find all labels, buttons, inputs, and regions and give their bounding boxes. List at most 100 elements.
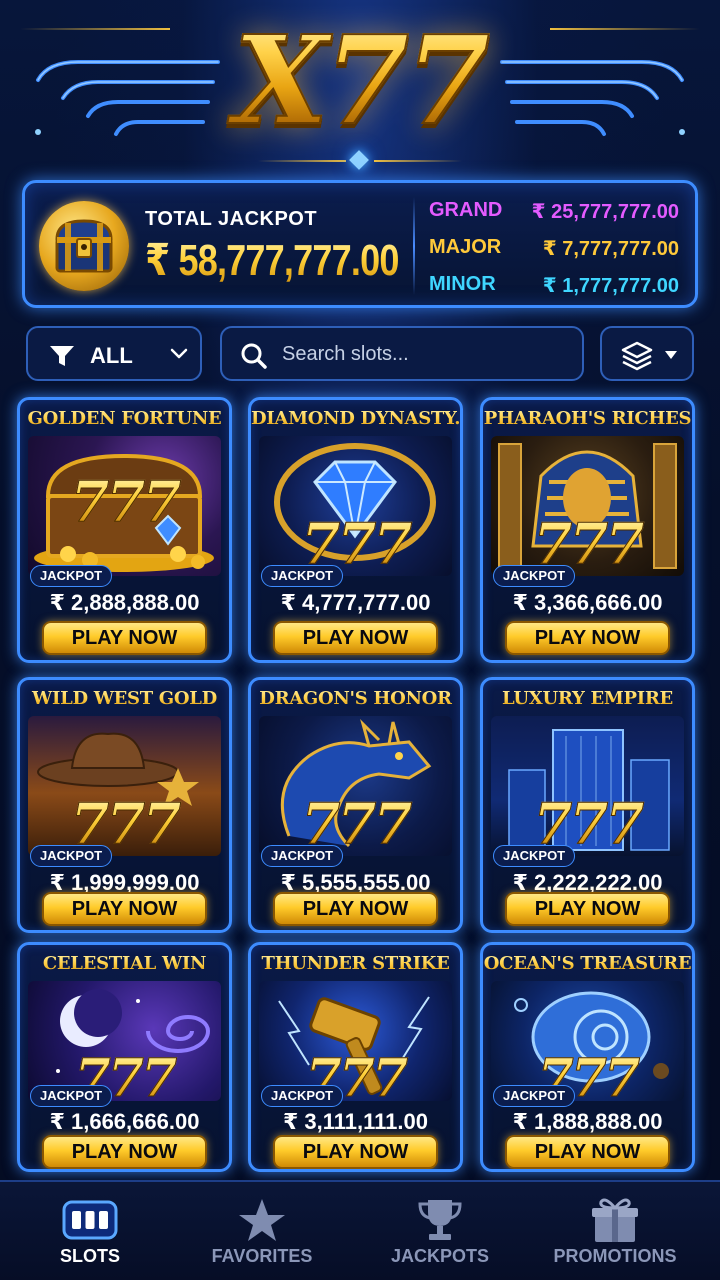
777-symbol: 777 xyxy=(491,516,684,573)
jackpot-badge: JACKPOT xyxy=(261,565,344,587)
game-title: OCEAN'S TREASURE xyxy=(483,953,692,974)
star-icon xyxy=(239,1199,285,1241)
jackpot-badge: JACKPOT xyxy=(30,565,113,587)
game-artwork: 777 xyxy=(259,436,452,576)
game-card-golden-fortune[interactable]: GOLDEN FORTUNE 777 JACKPOT ₹ 2,888,888.0… xyxy=(17,397,232,663)
nav-tab-jackpots[interactable]: JACKPOTS xyxy=(350,1182,530,1280)
game-title: DRAGON'S HONOR xyxy=(251,688,460,709)
treasure-chest-icon xyxy=(39,201,129,291)
category-filter-label: ALL xyxy=(90,343,133,368)
nav-tab-promotions[interactable]: PROMOTIONS xyxy=(525,1182,705,1280)
777-symbol: 777 xyxy=(491,796,684,853)
game-card-pharaohs-riches[interactable]: PHARAOH'S RICHES 777 JACKPOT ₹ 3,366,666… xyxy=(480,397,695,663)
gift-icon xyxy=(592,1198,638,1242)
play-now-button[interactable]: PLAY NOW xyxy=(505,892,670,926)
game-artwork: 777 xyxy=(259,716,452,856)
tier-grand: GRAND ₹ 25,777,777.00 xyxy=(429,199,691,229)
jackpot-badge: JACKPOT xyxy=(30,1085,113,1107)
jackpot-amount: ₹ 1,888,888.00 xyxy=(512,1109,663,1134)
category-filter-dropdown[interactable]: ALL xyxy=(26,326,202,381)
jackpot-amount: ₹ 3,111,111.00 xyxy=(282,1109,429,1134)
tier-value: ₹ 7,777,777.00 xyxy=(542,238,679,260)
game-title: GOLDEN FORTUNE xyxy=(20,408,229,429)
nav-label: JACKPOTS xyxy=(390,1246,489,1266)
777-symbol: 777 xyxy=(28,474,221,531)
tier-name: GRAND xyxy=(429,199,503,221)
tier-minor: MINOR ₹ 1,777,777.00 xyxy=(429,273,691,303)
play-now-button[interactable]: PLAY NOW xyxy=(505,621,670,655)
play-now-button[interactable]: PLAY NOW xyxy=(273,892,438,926)
jackpot-badge: JACKPOT xyxy=(261,845,344,867)
game-card-luxury-empire[interactable]: LUXURY EMPIRE 777 JACKPOT ₹ 2,222,222.00… xyxy=(480,677,695,933)
filter-funnel-icon xyxy=(50,346,74,366)
search-input[interactable] xyxy=(282,338,572,370)
jackpot-panel: TOTAL JACKPOT ₹ 58,777,777.00 GRAND ₹ 25… xyxy=(22,180,698,308)
jackpot-badge: JACKPOT xyxy=(261,1085,344,1107)
jackpot-badge: JACKPOT xyxy=(493,565,576,587)
view-options-dropdown[interactable] xyxy=(600,326,694,381)
game-title: CELESTIAL WIN xyxy=(20,953,229,974)
game-card-oceans-treasure[interactable]: OCEAN'S TREASURE 777 JACKPOT ₹ 1,888,888… xyxy=(480,942,695,1172)
play-now-button[interactable]: PLAY NOW xyxy=(273,621,438,655)
game-title: PHARAOH'S RICHES xyxy=(483,408,692,429)
777-symbol: 777 xyxy=(259,796,452,853)
chevron-down-icon xyxy=(170,348,188,359)
logo-underline xyxy=(258,160,346,162)
nav-label: PROMOTIONS xyxy=(553,1246,677,1266)
play-now-button[interactable]: PLAY NOW xyxy=(273,1135,438,1169)
bottom-navigation: SLOTS FAVORITES JACKPOTS PROMOTIONS xyxy=(0,1180,720,1280)
header: X77 xyxy=(0,0,720,178)
play-now-button[interactable]: PLAY NOW xyxy=(42,1135,207,1169)
nav-label: FAVORITES xyxy=(211,1246,313,1266)
nav-tab-favorites[interactable]: FAVORITES xyxy=(172,1182,352,1280)
game-card-dragons-honor[interactable]: DRAGON'S HONOR 777 JACKPOT ₹ 5,555,555.0… xyxy=(248,677,463,933)
search-icon xyxy=(241,343,267,369)
jackpot-badge: JACKPOT xyxy=(493,1085,576,1107)
game-title: THUNDER STRIKE xyxy=(251,953,460,974)
game-card-wild-west-gold[interactable]: WILD WEST GOLD 777 JACKPOT ₹ 1,999,999.0… xyxy=(17,677,232,933)
game-title: WILD WEST GOLD xyxy=(20,688,229,709)
jackpot-badge: JACKPOT xyxy=(493,845,576,867)
play-now-button[interactable]: PLAY NOW xyxy=(42,892,207,926)
game-card-thunder-strike[interactable]: THUNDER STRIKE 777 JACKPOT ₹ 3,111,111.0… xyxy=(248,942,463,1172)
jackpot-badge: JACKPOT xyxy=(30,845,113,867)
tier-name: MINOR xyxy=(429,273,496,295)
layers-icon xyxy=(621,341,653,371)
play-now-button[interactable]: PLAY NOW xyxy=(505,1135,670,1169)
play-now-button[interactable]: PLAY NOW xyxy=(42,621,207,655)
tier-name: MAJOR xyxy=(429,236,502,258)
app-logo: X77 xyxy=(0,9,720,151)
game-artwork: 777 xyxy=(491,436,684,576)
game-card-celestial-win[interactable]: CELESTIAL WIN 777 JACKPOT ₹ 1,666,666.00… xyxy=(17,942,232,1172)
jackpot-amount: ₹ 4,777,777.00 xyxy=(280,590,431,615)
nav-tab-slots[interactable]: SLOTS xyxy=(0,1182,180,1280)
total-jackpot-label: TOTAL JACKPOT xyxy=(145,208,318,230)
game-artwork: 777 xyxy=(28,436,221,576)
game-title: DIAMOND DYNASTY. xyxy=(251,408,461,429)
diamond-icon xyxy=(349,150,369,170)
game-title: LUXURY EMPIRE xyxy=(483,688,692,709)
777-symbol: 777 xyxy=(259,516,452,573)
tier-major: MAJOR ₹ 7,777,777.00 xyxy=(429,236,691,266)
game-artwork: 777 xyxy=(28,981,221,1101)
trophy-icon xyxy=(418,1200,462,1240)
jackpot-amount: ₹ 3,366,666.00 xyxy=(512,590,663,615)
logo-underline xyxy=(374,160,462,162)
slot-machine-icon xyxy=(62,1200,118,1240)
game-artwork: 777 xyxy=(491,716,684,856)
nav-label: SLOTS xyxy=(59,1246,120,1266)
panel-divider xyxy=(413,197,415,295)
game-artwork: 777 xyxy=(491,981,684,1101)
caret-down-icon xyxy=(665,351,677,359)
jackpot-amount: ₹ 1,666,666.00 xyxy=(49,1109,200,1134)
tier-value: ₹ 25,777,777.00 xyxy=(531,201,679,223)
casino-lobby-screen: X77 TOTAL JACKPOT ₹ 58,777,777.00 GRAND … xyxy=(0,0,720,1280)
total-jackpot-amount: ₹ 58,777,777.00 xyxy=(145,236,399,285)
777-symbol: 777 xyxy=(28,796,221,853)
jackpot-amount: ₹ 2,888,888.00 xyxy=(49,590,200,615)
game-card-diamond-dynasty[interactable]: DIAMOND DYNASTY. 777 JACKPOT ₹ 4,777,777… xyxy=(248,397,463,663)
tier-value: ₹ 1,777,777.00 xyxy=(542,275,679,297)
search-bar xyxy=(220,326,584,381)
game-artwork: 777 xyxy=(259,981,452,1101)
game-artwork: 777 xyxy=(28,716,221,856)
